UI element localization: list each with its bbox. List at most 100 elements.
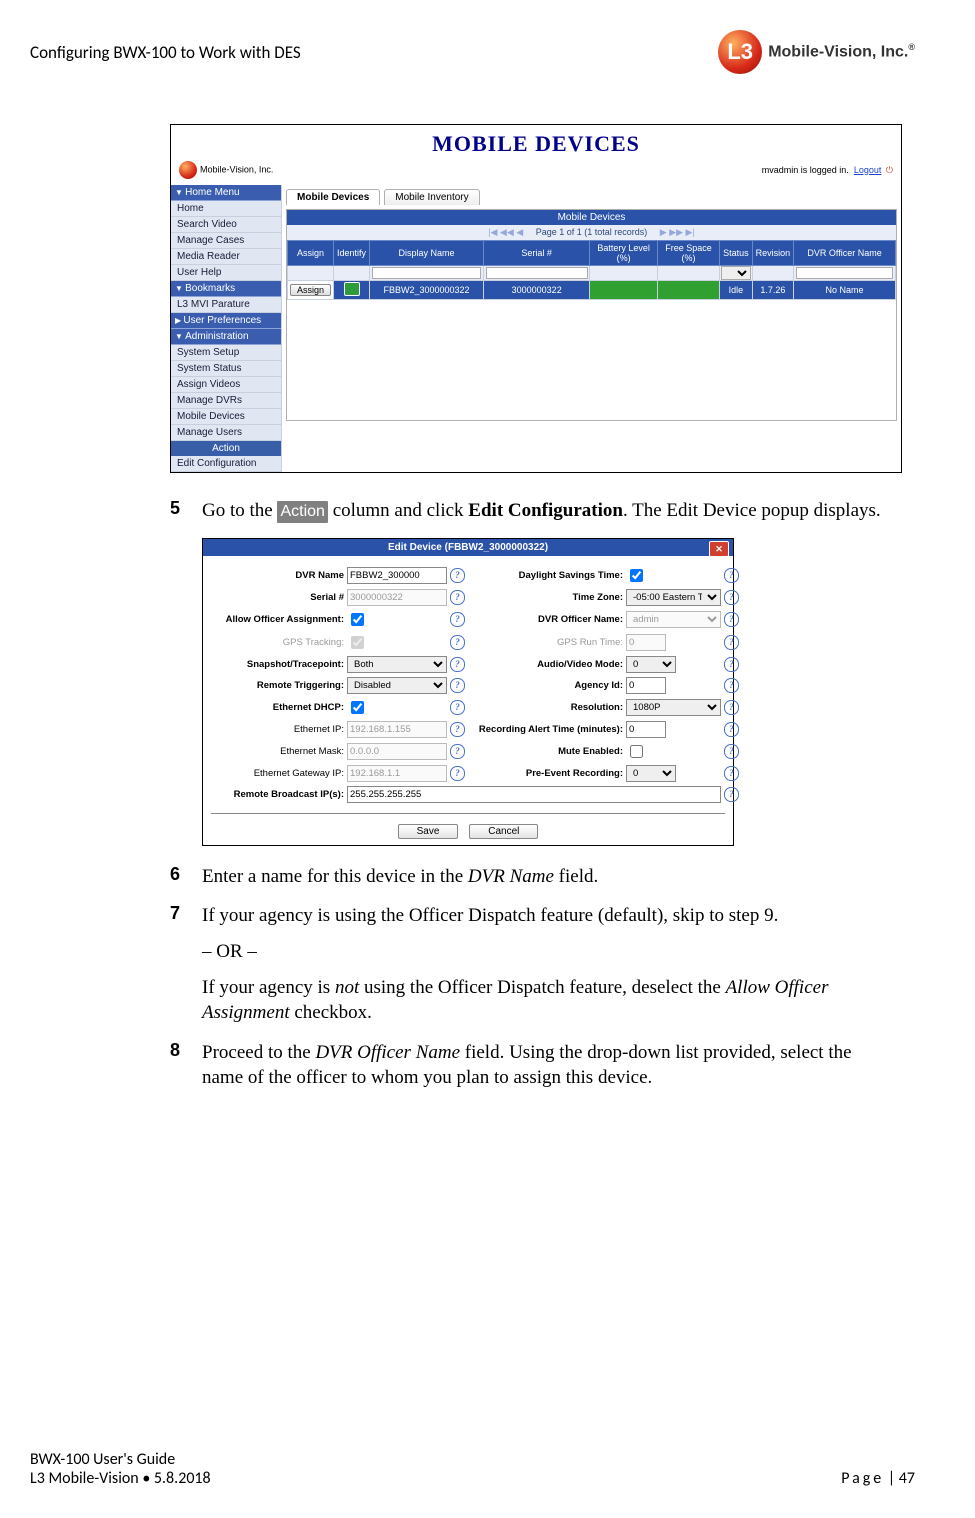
cell-officer: No Name (794, 281, 896, 300)
help-icon[interactable]: ? (450, 612, 465, 627)
col-officer: DVR Officer Name (794, 241, 896, 266)
remote-trig-select[interactable]: Disabled (347, 677, 447, 694)
sidebar-item[interactable]: Assign Videos (171, 377, 281, 393)
allow-officer-checkbox[interactable] (351, 613, 364, 626)
sidebar-item[interactable]: System Status (171, 361, 281, 377)
help-icon[interactable]: ? (450, 744, 465, 759)
help-icon[interactable]: ? (724, 635, 739, 650)
sidebar-section-admin[interactable]: Administration (171, 329, 281, 345)
broadcast-field[interactable] (347, 786, 721, 803)
assign-button[interactable]: Assign (290, 284, 331, 296)
label-resolution: Resolution: (468, 702, 623, 713)
dialog-title: Edit Device (FBBW2_3000000322) (388, 542, 548, 553)
help-icon[interactable]: ? (450, 678, 465, 693)
mini-brand-text: Mobile-Vision, Inc. (200, 164, 273, 174)
label-av-mode: Audio/Video Mode: (468, 659, 623, 670)
help-icon[interactable]: ? (724, 766, 739, 781)
sidebar-item[interactable]: Mobile Devices (171, 409, 281, 425)
dvr-officer-select[interactable]: admin (626, 611, 721, 628)
logout-link[interactable]: Logout (854, 165, 882, 175)
help-icon[interactable]: ? (724, 568, 739, 583)
resolution-select[interactable]: 1080P (626, 699, 721, 716)
label-allow-officer: Allow Officer Assignment: (209, 614, 344, 625)
logout-icon[interactable]: ⏻ (886, 165, 893, 175)
gps-run-field (626, 634, 666, 651)
edit-device-dialog: Edit Device (FBBW2_3000000322) ✕ DVR Nam… (202, 538, 734, 846)
tab-mobile-devices[interactable]: Mobile Devices (286, 189, 380, 205)
sidebar-item[interactable]: Manage Cases (171, 233, 281, 249)
cell-status: Idle (720, 281, 753, 300)
help-icon[interactable]: ? (724, 590, 739, 605)
label-dvr-officer: DVR Officer Name: (468, 614, 623, 625)
col-revision: Revision (752, 241, 794, 266)
sidebar-item[interactable]: Media Reader (171, 249, 281, 265)
table-row[interactable]: Assign FBBW2_3000000322 3000000322 Idle … (288, 281, 896, 300)
cell-revision: 1.7.26 (752, 281, 794, 300)
sidebar-section-bookmarks[interactable]: Bookmarks (171, 281, 281, 297)
help-icon[interactable]: ? (724, 722, 739, 737)
filter-serial[interactable] (486, 267, 588, 279)
help-icon[interactable]: ? (724, 787, 739, 802)
snapshot-select[interactable]: Both (347, 656, 447, 673)
agency-field[interactable] (626, 677, 666, 694)
label-pre-event: Pre-Event Recording: (468, 768, 623, 779)
sidebar-item[interactable]: System Setup (171, 345, 281, 361)
sidebar-item[interactable]: Home (171, 201, 281, 217)
label-tz: Time Zone: (468, 592, 623, 603)
help-icon[interactable]: ? (450, 635, 465, 650)
step-8: 8 Proceed to the DVR Officer Name field.… (170, 1040, 895, 1091)
sidebar-item[interactable]: User Help (171, 265, 281, 281)
eth-mask-field (347, 743, 447, 760)
devices-table: Assign Identify Display Name Serial # Ba… (287, 240, 896, 300)
label-mute: Mute Enabled: (468, 746, 623, 757)
step-5: 5 Go to the Action column and click Edit… (170, 498, 895, 524)
sidebar-item[interactable]: Manage DVRs (171, 393, 281, 409)
help-icon[interactable]: ? (450, 568, 465, 583)
rec-alert-field[interactable] (626, 721, 666, 738)
filter-status[interactable] (721, 266, 751, 280)
help-icon[interactable]: ? (724, 744, 739, 759)
label-eth-mask: Ethernet Mask: (209, 746, 344, 757)
close-icon[interactable]: ✕ (709, 541, 729, 557)
help-icon[interactable]: ? (724, 657, 739, 672)
tab-mobile-inventory[interactable]: Mobile Inventory (384, 189, 479, 205)
col-battery: Battery Level (%) (590, 241, 658, 266)
help-icon[interactable]: ? (450, 766, 465, 781)
sidebar-section-home[interactable]: Home Menu (171, 185, 281, 201)
footer-version: L3 Mobile-Vision • 5.8.2018 (30, 1469, 211, 1488)
eth-dhcp-checkbox[interactable] (351, 701, 364, 714)
av-mode-select[interactable]: 0 (626, 656, 676, 673)
filter-officer[interactable] (796, 267, 894, 279)
cell-display-name: FBBW2_3000000322 (370, 281, 484, 300)
login-status: mvadmin is logged in. (762, 165, 849, 175)
dvr-name-field[interactable] (347, 567, 447, 584)
help-icon[interactable]: ? (450, 657, 465, 672)
col-serial: Serial # (483, 241, 589, 266)
help-icon[interactable]: ? (450, 590, 465, 605)
help-icon[interactable]: ? (724, 678, 739, 693)
sidebar-section-action: Action (171, 441, 281, 456)
help-icon[interactable]: ? (450, 722, 465, 737)
timezone-select[interactable]: -05:00 Eastern Time (626, 589, 721, 606)
step-6: 6 Enter a name for this device in the DV… (170, 864, 895, 890)
label-rec-alert: Recording Alert Time (minutes): (468, 724, 623, 735)
l3-mini-logo-icon (179, 161, 197, 179)
help-icon[interactable]: ? (450, 700, 465, 715)
pager: |◀ ◀◀ ◀ Page 1 of 1 (1 total records) ▶ … (287, 225, 896, 240)
sidebar-item-edit-configuration[interactable]: Edit Configuration (171, 456, 281, 472)
mute-checkbox[interactable] (630, 745, 643, 758)
eth-ip-field (347, 721, 447, 738)
cancel-button[interactable]: Cancel (469, 824, 538, 839)
dst-checkbox[interactable] (630, 569, 643, 582)
sidebar-section-userprefs[interactable]: User Preferences (171, 313, 281, 329)
pre-event-select[interactable]: 0 (626, 765, 676, 782)
save-button[interactable]: Save (398, 824, 459, 839)
sidebar-item[interactable]: Manage Users (171, 425, 281, 441)
sidebar-item[interactable]: L3 MVI Parature (171, 297, 281, 313)
help-icon[interactable]: ? (724, 612, 739, 627)
filter-display-name[interactable] (372, 267, 481, 279)
panel-title: Mobile Devices (287, 210, 896, 225)
sidebar-item[interactable]: Search Video (171, 217, 281, 233)
help-icon[interactable]: ? (724, 700, 739, 715)
identify-icon[interactable] (344, 282, 360, 296)
